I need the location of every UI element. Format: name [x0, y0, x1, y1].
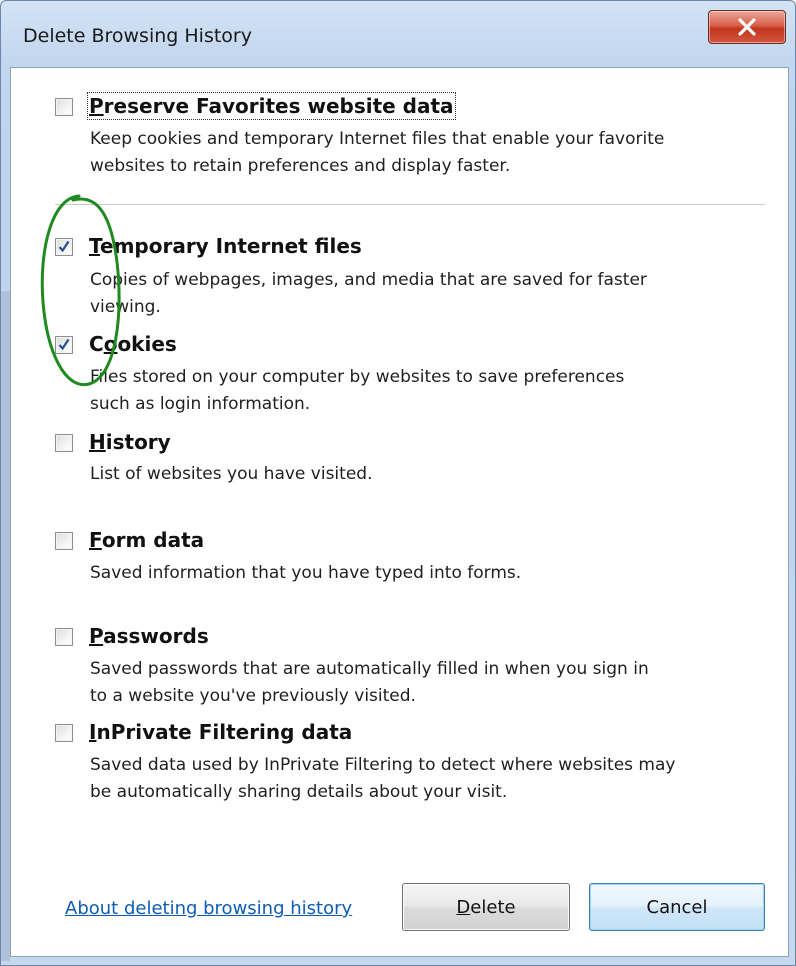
option-title[interactable]: History	[89, 430, 171, 454]
window-title: Delete Browsing History	[23, 25, 252, 47]
option-description: Files stored on your computer by website…	[90, 367, 625, 414]
option-title[interactable]: Cookies	[89, 332, 177, 356]
dialog-window: Delete Browsing History Preserve Favorit…	[0, 0, 796, 966]
option-title[interactable]: Passwords	[89, 624, 209, 648]
checkbox-cookies[interactable]	[55, 336, 73, 354]
option-title[interactable]: InPrivate Filtering data	[89, 720, 352, 744]
checkbox-history[interactable]	[55, 434, 73, 452]
checkbox-temporary-internet-files[interactable]	[55, 238, 73, 256]
option-description: Saved passwords that are automatically f…	[90, 659, 649, 706]
close-button[interactable]	[708, 10, 786, 44]
option-description: Keep cookies and temporary Internet file…	[90, 129, 665, 176]
option-description: Copies of webpages, images, and media th…	[90, 270, 647, 317]
option-title[interactable]: Temporary Internet files	[89, 234, 362, 258]
checkmark-icon	[58, 240, 70, 253]
delete-button[interactable]: Delete	[402, 883, 570, 931]
window-edge-shadow	[1, 291, 10, 961]
title-bar[interactable]: Delete Browsing History	[1, 1, 796, 73]
option-title[interactable]: Form data	[89, 528, 204, 552]
about-deleting-history-link[interactable]: About deleting browsing history	[65, 898, 352, 919]
option-description: Saved data used by InPrivate Filtering t…	[90, 755, 676, 802]
checkbox-form-data[interactable]	[55, 532, 73, 550]
checkbox-preserve-favorites[interactable]	[55, 98, 73, 116]
option-description: Saved information that you have typed in…	[90, 563, 522, 583]
checkmark-icon	[58, 338, 70, 351]
option-title[interactable]: Preserve Favorites website data	[87, 92, 456, 120]
dialog-content: Preserve Favorites website data Keep coo…	[10, 67, 789, 957]
checkbox-inprivate-filtering-data[interactable]	[55, 724, 73, 742]
separator	[55, 204, 765, 206]
cancel-button[interactable]: Cancel	[589, 883, 765, 931]
close-icon	[738, 18, 756, 36]
option-description: List of websites you have visited.	[90, 464, 373, 484]
checkbox-passwords[interactable]	[55, 628, 73, 646]
